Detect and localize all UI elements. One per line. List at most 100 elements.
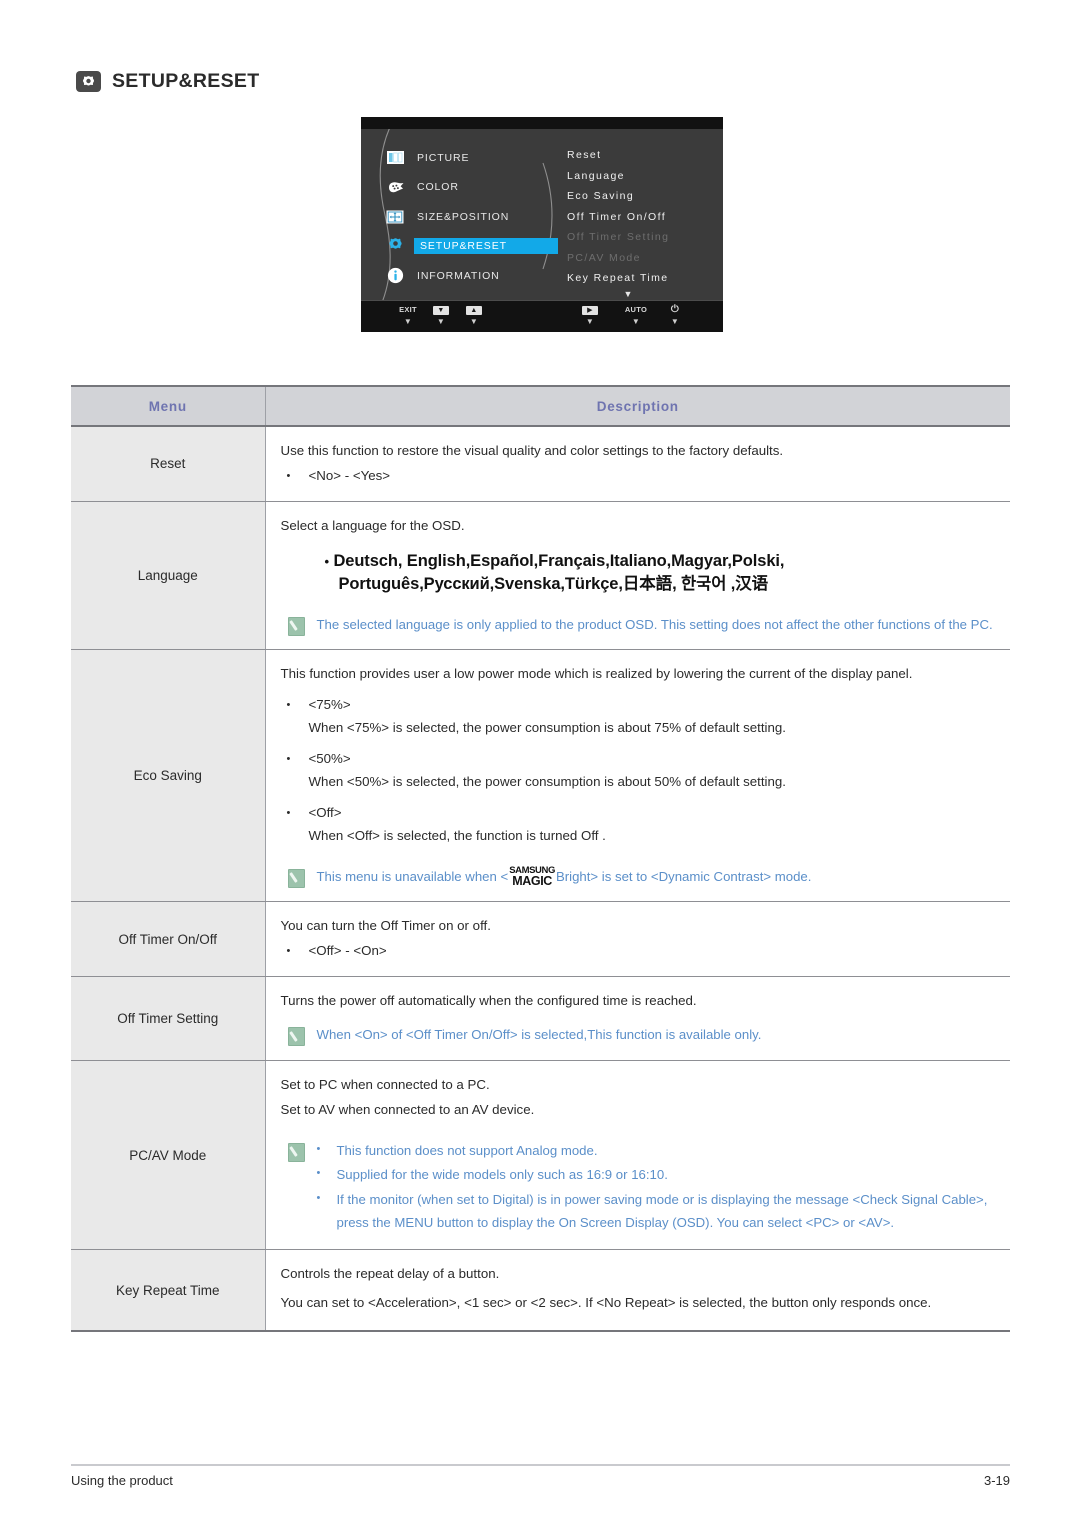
osd-screenshot: PICTURE COLOR SIZE&POSITION SETUP&RESET … xyxy=(361,117,723,332)
bullet-detail: When <Off> is selected, the function is … xyxy=(308,827,606,843)
note-bullet-item: • Supplied for the wide models only such… xyxy=(317,1164,995,1187)
osd-menu-item-setup-reset[interactable]: SETUP&RESET xyxy=(385,234,575,259)
osd-body: PICTURE COLOR SIZE&POSITION SETUP&RESET … xyxy=(361,129,723,301)
osd-menu-label: INFORMATION xyxy=(417,269,500,282)
bullet-dot: • xyxy=(316,1142,321,1155)
bullet-item: • <50%> xyxy=(281,748,995,771)
osd-menu-label: PICTURE xyxy=(417,151,470,164)
bullet-dot: • xyxy=(286,699,291,712)
osd-button-up[interactable]: ▲ ▼ xyxy=(457,305,491,326)
bullet-detail: When <50%> is selected, the power consum… xyxy=(308,773,787,789)
description-language: Select a language for the OSD. • Deutsch… xyxy=(265,501,1010,651)
bullet-dot: • xyxy=(286,752,291,765)
note-list: • This function does not support Analog … xyxy=(317,1140,995,1237)
description-line: Turns the power off automatically when t… xyxy=(280,993,697,1009)
description-line: This function provides user a low power … xyxy=(280,666,913,682)
description-line: Select a language for the OSD. xyxy=(280,517,465,533)
osd-submenu-item-language[interactable]: Language xyxy=(567,166,717,187)
color-icon xyxy=(385,177,405,197)
samsung-magic-logo: SAMSUNG MAGIC xyxy=(509,866,555,887)
note-pencil-icon xyxy=(287,1027,305,1047)
osd-submenu-item-eco-saving[interactable]: Eco Saving xyxy=(567,186,717,207)
note-text: This menu is unavailable when < SAMSUNG MA… xyxy=(317,866,995,889)
osd-button-auto[interactable]: AUTO ▼ xyxy=(619,305,653,326)
osd-menu-label: COLOR xyxy=(417,181,459,193)
note-off-timer-setting: When <On> of <Off Timer On/Off> is selec… xyxy=(281,1024,995,1047)
page-title: SETUP&RESET xyxy=(112,70,260,92)
column-header-description: Description xyxy=(265,385,1010,427)
footer-section-label: Using the product xyxy=(71,1473,173,1488)
note-text-post: Bright> is set to <Dynamic Contrast> mod… xyxy=(555,868,812,884)
osd-submenu-item-reset[interactable]: Reset xyxy=(567,145,717,166)
description-line: You can set to <Acceleration>, <1 sec> o… xyxy=(280,1295,932,1311)
table-header-row: Menu Description xyxy=(71,385,1010,427)
bullet-dot: • xyxy=(316,1191,321,1204)
osd-menu-item-color[interactable]: COLOR xyxy=(385,175,575,200)
menu-name-off-timer-on-off: Off Timer On/Off xyxy=(71,901,266,978)
column-header-menu: Menu xyxy=(71,385,266,427)
osd-submenu-item-off-timer-on-off[interactable]: Off Timer On/Off xyxy=(567,207,717,228)
osd-submenu-list[interactable]: Reset Language Eco Saving Off Timer On/O… xyxy=(567,145,717,299)
bullet-text: <75%> xyxy=(308,697,351,713)
osd-submenu-item-pc-av-mode: PC/AV Mode xyxy=(567,251,641,264)
osd-main-menu[interactable]: PICTURE COLOR SIZE&POSITION SETUP&RESET … xyxy=(385,145,575,293)
note-bullet-text: If the monitor (when set to Digital) is … xyxy=(336,1191,988,1230)
bullet-dot: • xyxy=(286,945,291,958)
bullet-text: <Off> xyxy=(308,804,342,820)
picture-icon xyxy=(385,148,405,168)
note-text: The selected language is only applied to… xyxy=(316,616,993,632)
bullet-text: <Off> - <On> xyxy=(308,943,387,959)
menu-name-language: Language xyxy=(71,501,266,651)
description-off-timer-on-off: You can turn the Off Timer on or off. • … xyxy=(265,901,1010,978)
note-bullet-item: • If the monitor (when set to Digital) i… xyxy=(317,1189,995,1234)
description-key-repeat-time: Controls the repeat delay of a button. Y… xyxy=(265,1249,1010,1333)
osd-menu-item-information[interactable]: INFORMATION xyxy=(385,263,575,288)
osd-button-exit[interactable]: EXIT ▼ xyxy=(391,305,425,326)
table-row: Off Timer Setting Turns the power off au… xyxy=(71,976,1010,1061)
osd-submenu-item-key-repeat-time[interactable]: Key Repeat Time xyxy=(567,268,717,289)
description-line: You can turn the Off Timer on or off. xyxy=(280,918,491,934)
osd-button-power[interactable]: ⏻ ▼ xyxy=(658,305,692,326)
note-pencil-icon xyxy=(287,1142,305,1162)
description-line: Controls the repeat delay of a button. xyxy=(280,1266,500,1282)
bullet-item: • <Off> - <On> xyxy=(281,940,995,963)
osd-top-bar xyxy=(361,117,723,129)
note-bullet-item: • This function does not support Analog … xyxy=(317,1140,995,1163)
osd-menu-item-size-position[interactable]: SIZE&POSITION xyxy=(385,204,575,229)
page-header: SETUP&RESET xyxy=(76,70,259,93)
language-list: • Deutsch, English,Español,Français,Ital… xyxy=(281,540,995,603)
table-row: Key Repeat Time Controls the repeat dela… xyxy=(71,1249,1010,1333)
menu-name-off-timer-setting: Off Timer Setting xyxy=(71,976,266,1061)
bullet-detail: When <75%> is selected, the power consum… xyxy=(308,720,787,736)
bullet-dot: • xyxy=(316,1167,321,1180)
bullet-dot: • xyxy=(286,806,291,819)
description-reset: Use this function to restore the visual … xyxy=(265,426,1010,502)
note-text: When <On> of <Off Timer On/Off> is selec… xyxy=(316,1027,762,1043)
description-off-timer-setting: Turns the power off automatically when t… xyxy=(265,976,1010,1061)
bullet-item: • <Off> xyxy=(281,802,995,825)
note-language: The selected language is only applied to… xyxy=(281,614,995,637)
osd-button-bar: EXIT ▼ ▼ ▼ ▲ ▼ ▶ ▼ AUTO ▼ ⏻ ▼ xyxy=(361,300,723,332)
note-text-pre: This menu is unavailable when < xyxy=(316,868,509,884)
menu-name-eco-saving: Eco Saving xyxy=(71,649,266,903)
menu-description-table: Menu Description Reset Use this function… xyxy=(71,385,1010,1333)
note-bullet-text: This function does not support Analog mo… xyxy=(336,1142,598,1158)
osd-button-enter[interactable]: ▶ ▼ xyxy=(573,305,607,326)
page-footer: Using the product 3-19 xyxy=(71,1473,1010,1488)
description-line: Set to PC when connected to a PC. xyxy=(280,1076,490,1092)
bullet-dot: • xyxy=(286,469,291,482)
note-pencil-icon xyxy=(287,868,305,888)
note-pc-av-mode: • This function does not support Analog … xyxy=(281,1140,995,1237)
osd-menu-label: SIZE&POSITION xyxy=(417,210,510,223)
table-row: Reset Use this function to restore the v… xyxy=(71,426,1010,502)
osd-menu-item-picture[interactable]: PICTURE xyxy=(385,145,575,170)
osd-button-down[interactable]: ▼ ▼ xyxy=(424,305,458,326)
osd-menu-label: SETUP&RESET xyxy=(414,238,558,254)
description-line: Set to AV when connected to an AV device… xyxy=(280,1101,535,1117)
note-eco-saving: This menu is unavailable when < SAMSUNG MA… xyxy=(281,866,995,889)
note-bullet-text: Supplied for the wide models only such a… xyxy=(336,1167,668,1183)
bullet-text: <No> - <Yes> xyxy=(308,467,391,483)
osd-scroll-down-arrow[interactable]: ▼ xyxy=(567,289,689,299)
description-eco-saving: This function provides user a low power … xyxy=(265,649,1010,903)
language-list-line-2: Português,Русский,Svenska,Türkçe,日本語, 한국… xyxy=(338,575,769,594)
